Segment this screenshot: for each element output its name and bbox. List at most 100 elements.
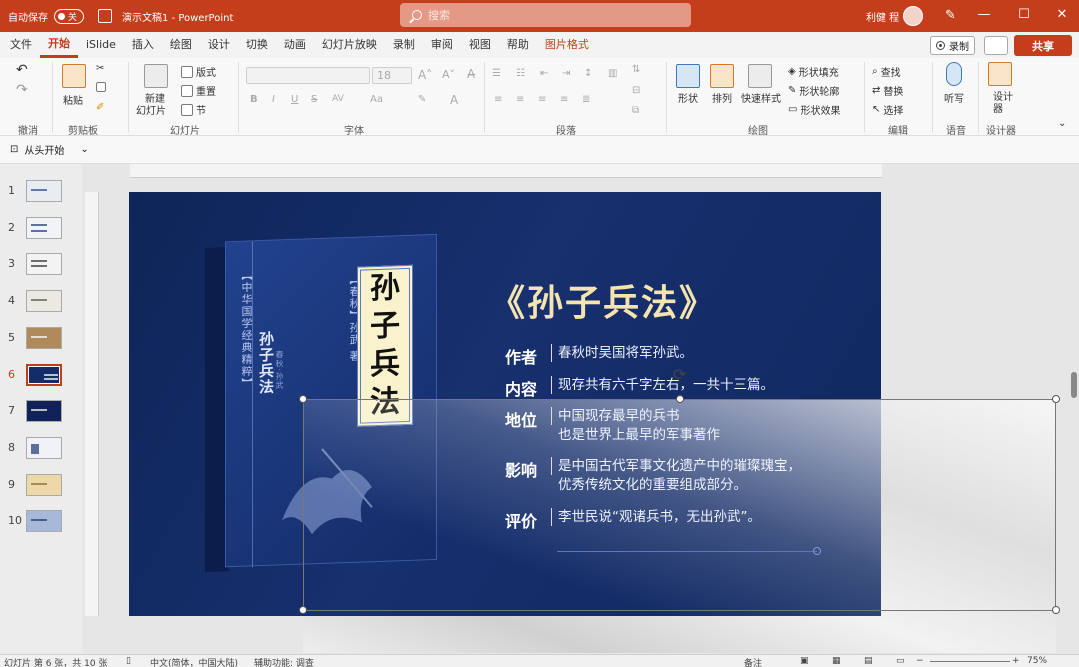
resize-handle-top-right[interactable] xyxy=(1052,395,1060,403)
reading-view-icon[interactable]: ▤ xyxy=(864,656,873,666)
maximize-button[interactable]: ☐ xyxy=(1014,7,1034,22)
thumbnail-6[interactable]: 6 xyxy=(0,362,82,390)
copy-icon[interactable] xyxy=(96,82,106,92)
tab-review[interactable]: 审阅 xyxy=(423,32,461,58)
replace-button[interactable]: ⇄ 替换 xyxy=(872,83,903,98)
spellcheck-icon[interactable]: ▯ xyxy=(126,656,131,666)
increase-indent-icon[interactable]: ⇥ xyxy=(562,68,570,79)
dictate-button[interactable] xyxy=(946,62,962,86)
shape-outline-button[interactable]: ✎ 形状轮廓 xyxy=(788,83,839,98)
accessibility-status[interactable]: 辅助功能: 调查 xyxy=(254,656,314,667)
collapse-ribbon-icon[interactable]: ⌄ xyxy=(1058,118,1066,129)
search-box[interactable]: 搜索 xyxy=(400,3,691,27)
decrease-indent-icon[interactable]: ⇤ xyxy=(540,68,548,79)
horizontal-ruler[interactable] xyxy=(130,164,882,178)
zoom-in-icon[interactable]: + xyxy=(1012,656,1020,666)
cut-icon[interactable]: ✂ xyxy=(96,63,104,74)
from-start-button[interactable]: 从头开始 xyxy=(24,142,64,157)
pen-icon[interactable]: ✎ xyxy=(945,8,956,23)
columns-icon[interactable]: ▥ xyxy=(608,68,617,79)
bullets-icon[interactable]: ☰ xyxy=(492,68,501,79)
zoom-slider[interactable] xyxy=(930,661,1010,662)
distributed-icon[interactable]: ≣ xyxy=(582,94,590,105)
comment-button[interactable] xyxy=(984,36,1008,55)
tab-draw[interactable]: 绘图 xyxy=(162,32,200,58)
change-case-icon[interactable]: Aa xyxy=(370,94,383,105)
quick-styles-button[interactable] xyxy=(748,64,772,88)
align-center-icon[interactable]: ≡ xyxy=(516,94,524,105)
image-selection-box[interactable] xyxy=(303,399,1056,611)
shape-fill-button[interactable]: ◈ 形状填充 xyxy=(788,64,839,79)
autosave-toggle[interactable]: 关 xyxy=(54,8,84,24)
share-button[interactable]: 共享 xyxy=(1014,35,1072,56)
slideshow-icon[interactable]: ⊡ xyxy=(10,144,18,155)
align-left-icon[interactable]: ≡ xyxy=(494,94,502,105)
tab-design[interactable]: 设计 xyxy=(200,32,238,58)
thumbnail-5[interactable]: 5 xyxy=(0,325,82,353)
close-button[interactable]: ✕ xyxy=(1052,7,1072,22)
find-button[interactable]: ⌕ 查找 xyxy=(872,64,901,79)
tab-record[interactable]: 录制 xyxy=(385,32,423,58)
strike-button[interactable]: S xyxy=(311,94,317,105)
paste-button[interactable] xyxy=(62,64,86,88)
info-row-author[interactable]: 作者 春秋时吴国将军孙武。 xyxy=(505,344,693,368)
highlight-icon[interactable]: ✎ xyxy=(418,94,426,105)
slide-sorter-icon[interactable]: ▦ xyxy=(832,656,841,666)
line-spacing-icon[interactable]: ↕ xyxy=(584,68,592,79)
resize-handle-top-left[interactable] xyxy=(299,395,307,403)
shrink-font-icon[interactable]: A˅ xyxy=(442,68,455,81)
font-name-dropdown[interactable] xyxy=(246,67,370,84)
save-icon[interactable] xyxy=(98,9,112,23)
thumbnail-3[interactable]: 3 xyxy=(0,251,82,279)
tab-insert[interactable]: 插入 xyxy=(124,32,162,58)
slide-title[interactable]: 《孙子兵法》 xyxy=(489,274,717,326)
thumbnail-4[interactable]: 4 xyxy=(0,288,82,316)
thumbnail-10[interactable]: 10 xyxy=(0,508,82,536)
zoom-level[interactable]: 75% xyxy=(1027,656,1047,666)
tab-home[interactable]: 开始 xyxy=(40,32,78,58)
designer-button[interactable] xyxy=(988,62,1012,86)
slideshow-view-icon[interactable]: ▭ xyxy=(896,656,905,666)
arrange-button[interactable] xyxy=(710,64,734,88)
avatar[interactable] xyxy=(903,6,923,26)
shape-effect-button[interactable]: ▭ 形状效果 xyxy=(788,102,840,117)
tab-help[interactable]: 帮助 xyxy=(499,32,537,58)
underline-button[interactable]: U xyxy=(291,94,298,105)
tab-transitions[interactable]: 切换 xyxy=(238,32,276,58)
undo-icon[interactable]: ↶ xyxy=(16,62,28,78)
tab-picture-format[interactable]: 图片格式 xyxy=(537,32,597,58)
tab-animations[interactable]: 动画 xyxy=(276,32,314,58)
italic-button[interactable]: I xyxy=(272,94,275,105)
tab-slideshow[interactable]: 幻灯片放映 xyxy=(314,32,385,58)
align-right-icon[interactable]: ≡ xyxy=(538,94,546,105)
text-direction-icon[interactable]: ⇅ xyxy=(632,64,640,75)
resize-handle-bottom-left[interactable] xyxy=(299,606,307,614)
smartart-icon[interactable]: ⧉ xyxy=(632,105,639,116)
bold-button[interactable]: B xyxy=(250,94,258,105)
char-spacing-button[interactable]: AV xyxy=(332,94,344,104)
shapes-button[interactable] xyxy=(676,64,700,88)
thumbnail-8[interactable]: 8 xyxy=(0,435,82,463)
font-size-dropdown[interactable]: 18 xyxy=(372,67,412,84)
thumbnail-1[interactable]: 1 xyxy=(0,178,82,206)
info-row-content[interactable]: 内容 现存共有六千字左右，一共十三篇。 xyxy=(505,376,774,400)
format-painter-icon[interactable]: ✐ xyxy=(96,102,104,113)
thumbnail-2[interactable]: 2 xyxy=(0,215,82,243)
tab-islide[interactable]: iSlide xyxy=(78,32,124,58)
redo-icon[interactable]: ↷ xyxy=(16,82,28,98)
language-status[interactable]: 中文(简体，中国大陆) xyxy=(150,656,238,667)
vertical-scrollbar[interactable] xyxy=(1071,372,1077,398)
thumbnail-9[interactable]: 9 xyxy=(0,472,82,500)
font-color-icon[interactable]: A xyxy=(450,93,458,107)
zoom-out-icon[interactable]: − xyxy=(916,656,924,666)
tab-file[interactable]: 文件 xyxy=(2,32,40,58)
section-button[interactable]: 节 xyxy=(181,102,206,117)
grow-font-icon[interactable]: A˄ xyxy=(418,68,432,82)
justify-icon[interactable]: ≡ xyxy=(560,94,568,105)
customize-dropdown-icon[interactable]: ⌄ xyxy=(80,144,88,155)
reset-button[interactable]: 重置 xyxy=(181,83,216,98)
layout-button[interactable]: 版式 xyxy=(181,64,216,79)
new-slide-button[interactable] xyxy=(144,64,168,88)
resize-handle-top[interactable] xyxy=(676,395,684,403)
select-button[interactable]: ↖ 选择 xyxy=(872,102,903,117)
